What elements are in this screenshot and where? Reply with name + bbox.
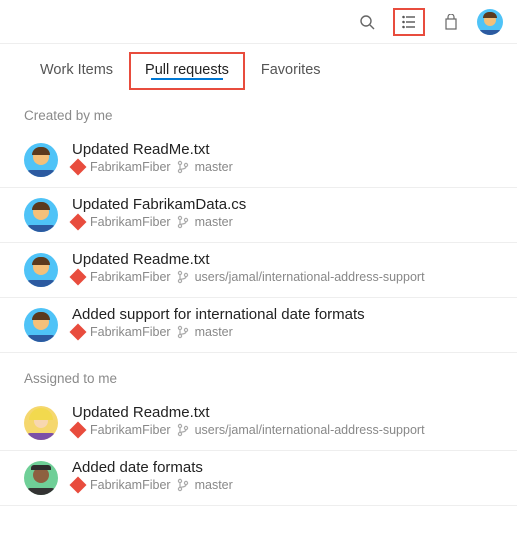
shopping-bag-icon[interactable] [441,12,461,32]
pull-request-row[interactable]: Added date formats FabrikamFiber master [0,451,517,506]
row-body: Updated Readme.txt FabrikamFiber users/jam… [72,404,493,437]
row-body: Updated FabrikamData.cs FabrikamFiber mast… [72,196,493,229]
repo-icon [70,159,87,176]
pull-request-title[interactable]: Added support for international date for… [72,306,493,323]
repo-icon [70,214,87,231]
row-meta: FabrikamFiber master [72,325,493,339]
row-meta: FabrikamFiber master [72,160,493,174]
row-meta: FabrikamFiber master [72,215,493,229]
repo-name: FabrikamFiber [90,325,171,339]
tab-favorites[interactable]: Favorites [245,52,337,90]
branch-name: users/jamal/international-address-suppor… [195,270,425,284]
pull-request-row[interactable]: Updated Readme.txt FabrikamFiber users/jam… [0,243,517,298]
author-avatar [24,308,58,342]
repo-name: FabrikamFiber [90,215,171,229]
author-avatar [24,198,58,232]
branch-name: master [195,160,233,174]
branch-icon [177,423,189,437]
branch-icon [177,270,189,284]
tab-underline [151,78,223,80]
tab-bar: Work Items Pull requests Favorites [0,44,517,90]
tab-pull-requests[interactable]: Pull requests [129,52,245,90]
author-avatar [24,253,58,287]
pull-request-title[interactable]: Updated ReadMe.txt [72,141,493,158]
list-view-button-highlighted[interactable] [393,8,425,36]
branch-icon [177,325,189,339]
branch-icon [177,215,189,229]
author-avatar [24,461,58,495]
branch-name: users/jamal/international-address-suppor… [195,423,425,437]
author-avatar [24,406,58,440]
tab-label: Pull requests [145,62,229,78]
row-body: Updated Readme.txt FabrikamFiber users/jam… [72,251,493,284]
row-meta: FabrikamFiber users/jamal/international-a… [72,423,493,437]
search-icon[interactable] [357,12,377,32]
top-bar [0,0,517,44]
branch-icon [177,478,189,492]
branch-name: master [195,215,233,229]
pull-request-row[interactable]: Added support for international date for… [0,298,517,353]
repo-icon [70,422,87,439]
row-body: Added support for international date for… [72,306,493,339]
pull-request-title[interactable]: Added date formats [72,459,493,476]
row-body: Updated ReadMe.txt FabrikamFiber master [72,141,493,174]
branch-icon [177,160,189,174]
repo-name: FabrikamFiber [90,478,171,492]
row-meta: FabrikamFiber master [72,478,493,492]
repo-name: FabrikamFiber [90,270,171,284]
pull-request-row[interactable]: Updated ReadMe.txt FabrikamFiber master [0,133,517,188]
tab-label: Favorites [261,62,321,78]
section-header: Assigned to me [0,353,517,396]
repo-icon [70,477,87,494]
branch-name: master [195,325,233,339]
row-body: Added date formats FabrikamFiber master [72,459,493,492]
author-avatar [24,143,58,177]
user-avatar[interactable] [477,9,503,35]
repo-icon [70,324,87,341]
repo-icon [70,269,87,286]
section-header: Created by me [0,90,517,133]
pull-request-title[interactable]: Updated FabrikamData.cs [72,196,493,213]
pull-request-title[interactable]: Updated Readme.txt [72,251,493,268]
pull-request-row[interactable]: Updated FabrikamData.cs FabrikamFiber mast… [0,188,517,243]
pull-request-row[interactable]: Updated Readme.txt FabrikamFiber users/jam… [0,396,517,451]
repo-name: FabrikamFiber [90,160,171,174]
tab-label: Work Items [40,62,113,78]
repo-name: FabrikamFiber [90,423,171,437]
pull-request-list: Updated Readme.txt FabrikamFiber users/jam… [0,396,517,506]
pull-request-title[interactable]: Updated Readme.txt [72,404,493,421]
pull-request-list: Updated ReadMe.txtFabrikamFibermasterUpd… [0,133,517,353]
branch-name: master [195,478,233,492]
tab-work-items[interactable]: Work Items [24,52,129,90]
row-meta: FabrikamFiber users/jamal/international-a… [72,270,493,284]
